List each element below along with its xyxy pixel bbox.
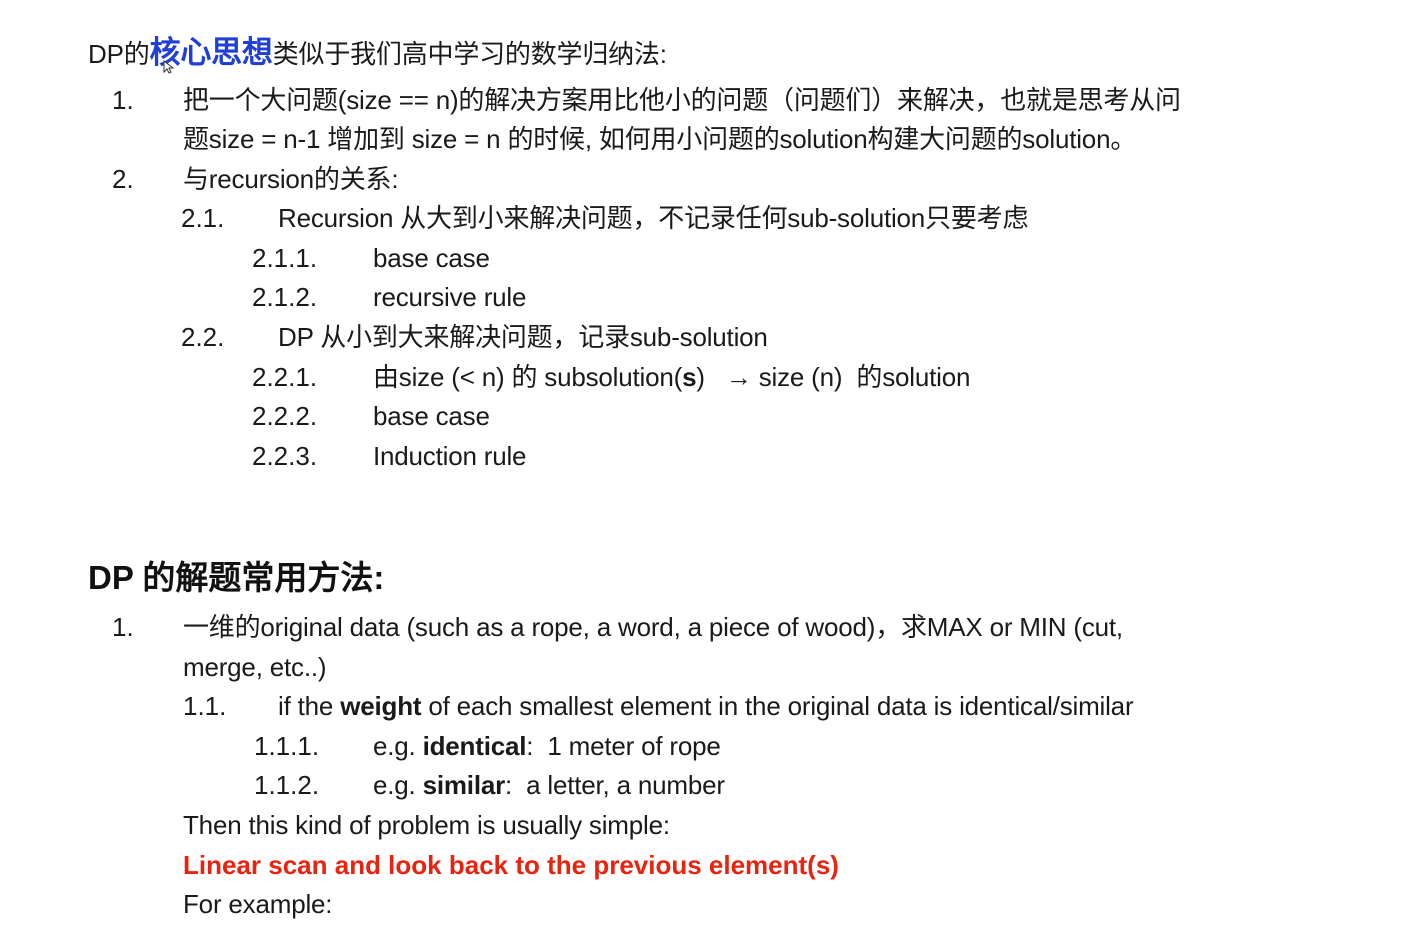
section2-item-1-line2: merge, etc..) — [183, 652, 327, 682]
list-item-2-2-text: DP 从小到大来解决问题，记录sub-solution — [278, 322, 768, 352]
list-item-1-line1: 把一个大问题(size == n)的解决方案用比他小的问题（问题们）来解决，也就… — [183, 85, 1181, 115]
section2-item-1-1-text: if the weight of each smallest element i… — [278, 691, 1134, 721]
list-item-2-2-2-text: base case — [373, 401, 490, 431]
list-item-2-1-text: Recursion 从大到小来解决问题，不记录任何sub-solution只要考… — [278, 203, 1029, 233]
bold-segment: identical — [422, 731, 527, 761]
bold-segment: weight — [340, 691, 422, 721]
list-number: 2. — [112, 164, 134, 194]
text-segment: ) → size (n) 的solution — [696, 362, 971, 392]
list-number: 2.2.3. — [252, 441, 318, 471]
example-text: For example: — [183, 889, 333, 919]
list-number: 1. — [112, 612, 134, 642]
list-number: 1.1.2. — [254, 770, 320, 800]
list-number: 2.2. — [181, 322, 225, 352]
section2-item-1-1-1-text: e.g. identical: 1 meter of rope — [373, 731, 721, 761]
list-item-1-line2: 题size = n-1 增加到 size = n 的时候, 如何用小问题的sol… — [183, 124, 1137, 154]
list-number: 2.1.1. — [252, 243, 318, 273]
list-number: 2.1. — [181, 203, 225, 233]
section2-item-1-line1: 一维的original data (such as a rope, a word… — [183, 612, 1123, 642]
text-segment: e.g. — [373, 731, 423, 761]
bold-segment: s — [682, 362, 697, 392]
section2-item-1-1-2-text: e.g. similar: a letter, a number — [373, 770, 725, 800]
intro-prefix: DP的 — [88, 39, 150, 69]
text-segment: : a letter, a number — [505, 770, 725, 800]
list-item-2-text: 与recursion的关系: — [183, 164, 399, 194]
cursor-icon — [163, 60, 175, 74]
text-segment: e.g. — [373, 770, 423, 800]
list-item-2-1-1-text: base case — [373, 243, 490, 273]
list-number: 1.1. — [183, 691, 227, 721]
list-number: 1.1.1. — [254, 731, 320, 761]
document-page: DP的核心思想类似于我们高中学习的数学归纳法: 1. 把一个大问题(size =… — [0, 0, 1406, 948]
bold-segment: similar — [422, 770, 506, 800]
list-item-2-2-1-text: 由size (< n) 的 subsolution(s) → size (n) … — [373, 362, 970, 392]
text-segment: : 1 meter of rope — [526, 731, 721, 761]
section-heading: DP 的解题常用方法: — [88, 559, 385, 596]
highlight-text: Linear scan and look back to the previou… — [183, 850, 839, 880]
then-text: Then this kind of problem is usually sim… — [183, 810, 670, 840]
text-segment: of each smallest element in the original… — [421, 691, 1134, 721]
list-number: 1. — [112, 85, 134, 115]
list-item-2-1-2-text: recursive rule — [373, 282, 527, 312]
list-number: 2.2.2. — [252, 401, 318, 431]
text-segment: if the — [278, 691, 341, 721]
intro-suffix: 类似于我们高中学习的数学归纳法: — [272, 39, 667, 69]
list-item-2-2-3-text: Induction rule — [373, 441, 527, 471]
text-segment: 由size (< n) 的 subsolution( — [373, 362, 683, 392]
list-number: 2.2.1. — [252, 362, 318, 392]
list-number: 2.1.2. — [252, 282, 318, 312]
